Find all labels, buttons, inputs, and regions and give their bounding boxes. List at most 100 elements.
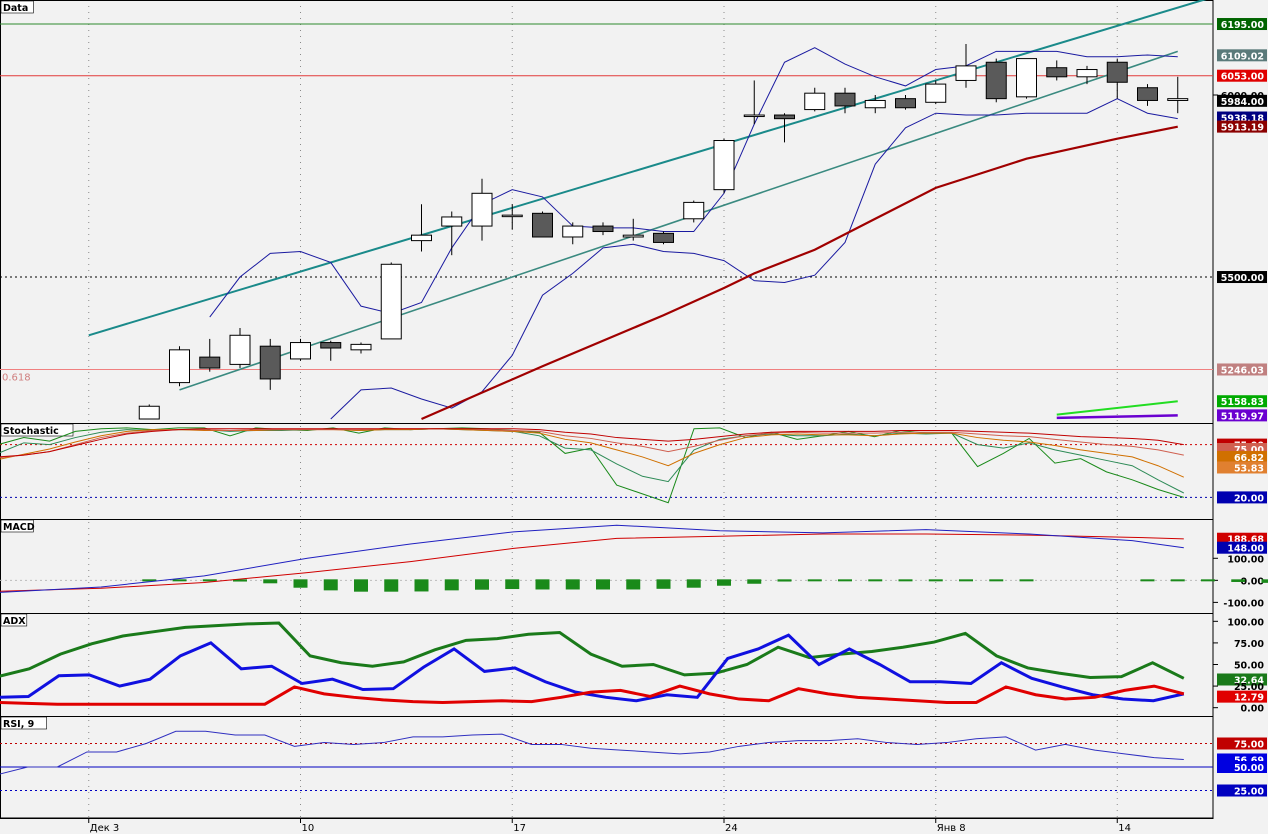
macd-histogram-bar	[172, 579, 187, 582]
candle-body	[925, 83, 947, 103]
candle-body	[532, 212, 553, 238]
candle-body	[290, 342, 311, 360]
macd-histogram-bar	[354, 579, 368, 592]
candle-body	[350, 343, 372, 351]
panel-title: Stochastic	[3, 426, 59, 437]
candle-body	[441, 216, 463, 227]
macd-histogram-bar	[1019, 579, 1034, 582]
x-axis-label: Янв 8	[937, 823, 966, 834]
x-axis-label: 14	[1118, 823, 1131, 834]
candle-body	[1137, 87, 1158, 101]
candle-body	[743, 114, 765, 118]
macd-histogram-bar	[1231, 579, 1246, 582]
candle-body	[501, 214, 523, 218]
macd-histogram-bar	[323, 579, 338, 591]
macd-histogram-bar	[1170, 579, 1185, 582]
axis-tick-label: -100.00	[1223, 598, 1264, 609]
macd-histogram-bar	[1261, 579, 1268, 583]
axis-tick-label: 75.00	[1234, 639, 1264, 650]
panel-title: Data	[3, 3, 28, 14]
candle-body	[562, 225, 584, 238]
macd-histogram-bar	[807, 579, 822, 582]
macd-histogram-bar	[747, 579, 762, 584]
chart-canvas: Data6109.026000.005984.005938.185913.195…	[0, 0, 1268, 834]
candle-body	[169, 349, 190, 384]
candle-body	[1106, 61, 1128, 83]
candle-body	[259, 345, 281, 380]
candle-body	[985, 61, 1007, 100]
axis-tick-label: 50.00	[1234, 661, 1264, 672]
macd-histogram-bar	[293, 579, 308, 588]
candle-body	[774, 114, 795, 120]
level-value-label: 6053.00	[1221, 72, 1265, 83]
candle-body	[804, 92, 826, 111]
candle-body	[138, 405, 160, 420]
candle-body	[592, 225, 614, 233]
axis-value-label: 50.00	[1234, 763, 1264, 774]
macd-histogram-bar	[596, 579, 610, 590]
axis-tick-label: 100.00	[1227, 617, 1264, 628]
axis-tick-label: 0.00	[1241, 704, 1265, 715]
axis-value-label: 5119.97	[1221, 411, 1264, 422]
axis-value-label: 5913.19	[1221, 123, 1264, 134]
candle-body	[199, 356, 221, 369]
level-value-label: 5246.03	[1221, 365, 1264, 376]
axis-value-label: 5158.83	[1221, 397, 1264, 408]
panel-title: RSI, 9	[3, 719, 34, 730]
macd-histogram-bar	[656, 579, 671, 589]
candle-body	[411, 234, 432, 242]
candle-body	[955, 65, 977, 81]
axis-value-label: 25.00	[1234, 787, 1264, 798]
candle-body	[713, 140, 735, 191]
macd-histogram-bar	[1201, 579, 1215, 582]
macd-histogram-bar	[444, 579, 459, 591]
macd-histogram-bar	[535, 579, 550, 590]
candle-body	[1076, 69, 1098, 78]
level-value-label: 6195.00	[1221, 20, 1265, 31]
x-axis-label: 24	[725, 823, 738, 834]
macd-histogram-bar	[565, 579, 580, 590]
macd-histogram-bar	[686, 579, 701, 588]
macd-histogram-bar	[777, 579, 792, 582]
axis-value-label: 20.00	[1234, 493, 1264, 504]
axis-value-label: 75.00	[1234, 740, 1264, 751]
x-axis-label: 10	[302, 823, 315, 834]
axis-value-label: 148.00	[1227, 544, 1264, 555]
axis-value-label: 53.83	[1234, 463, 1264, 474]
candle-body	[380, 263, 402, 340]
x-axis-label: 17	[513, 823, 526, 834]
macd-histogram-bar	[626, 579, 641, 590]
axis-value-label: 5984.00	[1221, 97, 1265, 108]
x-axis-label: Дек 3	[90, 823, 120, 834]
candle-body	[1167, 98, 1189, 101]
macd-histogram-bar	[505, 579, 520, 590]
candle-body	[653, 232, 674, 243]
macd-histogram-bar	[868, 579, 883, 582]
macd-histogram-bar	[263, 579, 278, 584]
axis-value-label: 6109.02	[1221, 51, 1264, 62]
candle-body	[864, 99, 886, 109]
candle-body	[683, 201, 705, 220]
macd-histogram-bar	[384, 579, 399, 592]
candle-body	[622, 234, 644, 238]
level-value-label: 5500.00	[1221, 273, 1265, 284]
candle-body	[320, 342, 342, 349]
axis-value-label: 12.79	[1234, 693, 1264, 704]
macd-histogram-bar	[928, 579, 943, 582]
candle-body	[895, 98, 916, 109]
macd-histogram-bar	[989, 579, 1004, 582]
fib-label: 0.618	[2, 372, 31, 383]
macd-histogram-bar	[1140, 579, 1155, 582]
candle-body	[471, 192, 493, 227]
axis-tick-label: 100.00	[1227, 554, 1264, 565]
candle-body	[1016, 58, 1037, 98]
macd-histogram-bar	[898, 579, 913, 582]
candle-body	[229, 334, 251, 365]
macd-histogram-bar	[414, 579, 429, 592]
candle-body	[1046, 67, 1068, 78]
candle-body	[834, 92, 856, 107]
panel-title: ADX	[3, 616, 26, 627]
panel-title: MACD	[3, 522, 35, 533]
macd-histogram-bar	[959, 579, 973, 582]
macd-histogram-bar	[475, 579, 489, 590]
